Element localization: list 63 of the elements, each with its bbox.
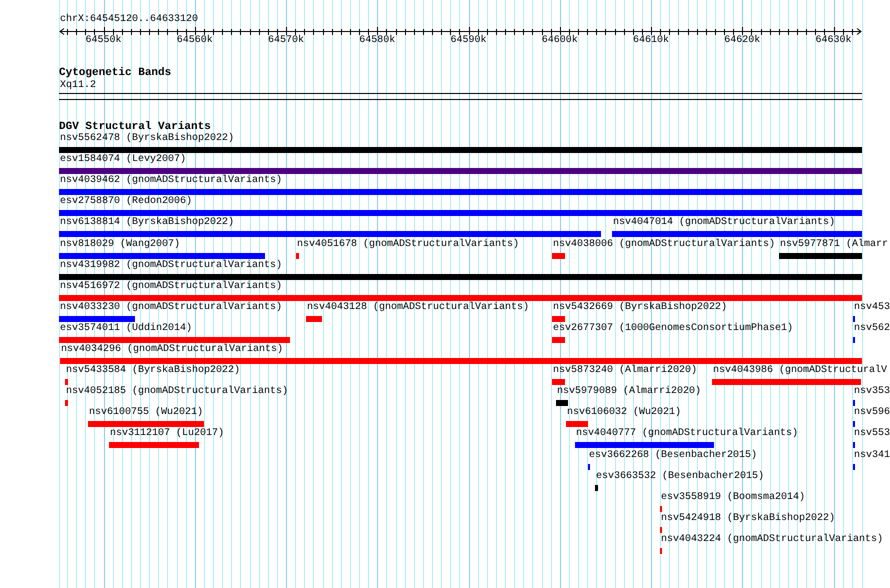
track-title: DGV Structural Variants bbox=[59, 121, 211, 133]
variant-label[interactable]: nsv596 bbox=[854, 407, 890, 420]
variant-label[interactable]: nsv4033230 (gnomADStructuralVariants) bbox=[60, 302, 282, 314]
variant-label[interactable]: esv3574011 (Uddin2014) bbox=[60, 322, 192, 335]
tick-label: 64630k bbox=[816, 35, 852, 47]
variant-label[interactable]: esv3662268 (Besenbacher2015) bbox=[589, 450, 758, 462]
variant-label[interactable]: nsv5977871 (Almarr bbox=[780, 238, 888, 250]
tick-label: 64610k bbox=[633, 35, 670, 47]
variant-label[interactable]: esv2758870 (Redon2006) bbox=[60, 196, 192, 208]
variant-label[interactable]: nsv4052185 (gnomADStructuralVariants) bbox=[66, 386, 288, 398]
variant-bar[interactable] bbox=[59, 231, 601, 238]
variant-label[interactable]: nsv4043986 (gnomADStructuralV bbox=[713, 365, 888, 378]
variant-bar[interactable] bbox=[556, 400, 568, 406]
variant-label[interactable]: nsv6100755 (Wu2021) bbox=[89, 407, 204, 420]
band-label: Xq11.2 bbox=[60, 80, 96, 92]
variant-label[interactable]: nsv4034296 (gnomADStructuralVariants) bbox=[61, 344, 284, 356]
location-label: chrX:64545120..64633120 bbox=[60, 14, 198, 26]
tick-label: 64550k bbox=[86, 35, 122, 47]
variant-label[interactable]: nsv3112107 (Lu2017) bbox=[110, 428, 224, 440]
variant-label[interactable]: esv1584074 (Levy2007) bbox=[60, 154, 186, 166]
variant-label[interactable]: esv3663532 (Besenbacher2015) bbox=[596, 470, 764, 483]
variant-label[interactable]: nsv4043224 (gnomADStructuralVariants) bbox=[661, 534, 884, 546]
variant-bar[interactable] bbox=[575, 442, 714, 448]
variant-bar[interactable] bbox=[59, 252, 265, 258]
variant-label[interactable]: nsv4038006 (gnomADStructuralVariants) bbox=[553, 238, 776, 250]
variant-label[interactable]: nsv5433584 (ByrskaBishop2022) bbox=[66, 365, 240, 378]
variant-label[interactable]: esv3558919 (Boomsma2014) bbox=[661, 492, 806, 504]
variant-label[interactable]: esv2677307 (1000GenomesConsortiumPhase1) bbox=[553, 322, 794, 335]
variant-label[interactable]: nsv5424918 (ByrskaBishop2022) bbox=[661, 512, 836, 525]
variant-label[interactable]: nsv553 bbox=[854, 428, 890, 440]
tick-label: 64570k bbox=[268, 35, 304, 47]
variant-bar[interactable] bbox=[59, 189, 862, 196]
variant-label[interactable]: nsv5873240 (Almarri2020) bbox=[553, 365, 698, 378]
variant-label[interactable]: nsv4047014 (gnomADStructuralVariants) bbox=[613, 217, 836, 230]
tick-label: 64560k bbox=[176, 35, 213, 47]
variant-bar[interactable] bbox=[59, 316, 135, 322]
variant-label[interactable]: nsv6106032 (Wu2021) bbox=[567, 407, 682, 420]
variant-label[interactable]: nsv4051678 (gnomADStructuralVariants) bbox=[297, 238, 520, 250]
variant-bar[interactable] bbox=[59, 210, 862, 216]
tick-label: 64620k bbox=[724, 35, 760, 47]
variant-label[interactable]: nsv341 bbox=[854, 450, 890, 462]
variant-label[interactable]: nsv4043128 (gnomADStructuralVariants) bbox=[307, 302, 530, 314]
variant-label[interactable]: nsv562 bbox=[854, 322, 890, 335]
variant-label[interactable]: nsv4516972 (gnomADStructuralVariants) bbox=[60, 280, 282, 293]
variant-label[interactable]: nsv6138814 (ByrskaBishop2022) bbox=[60, 217, 234, 230]
variant-label[interactable]: nsv353 bbox=[854, 386, 890, 398]
variant-label[interactable]: nsv453 bbox=[854, 302, 890, 314]
tick-label: 64580k bbox=[359, 35, 396, 47]
variant-label[interactable]: nsv4039462 (gnomADStructuralVariants) bbox=[60, 175, 282, 188]
variant-label[interactable]: nsv818029 (Wang2007) bbox=[60, 238, 180, 250]
variant-bar[interactable] bbox=[779, 252, 862, 258]
track-title: Cytogenetic Bands bbox=[59, 67, 172, 79]
variant-label[interactable]: nsv5432669 (ByrskaBishop2022) bbox=[553, 302, 728, 314]
variant-label[interactable]: nsv5562478 (ByrskaBishop2022) bbox=[60, 133, 234, 145]
variant-label[interactable]: nsv4319982 (gnomADStructuralVariants) bbox=[60, 260, 282, 272]
tick-label: 64600k bbox=[542, 35, 578, 47]
tick-label: 64590k bbox=[450, 35, 487, 47]
variant-label[interactable]: nsv5979089 (Almarri2020) bbox=[557, 386, 702, 398]
variant-label[interactable]: nsv4040777 (gnomADStructuralVariants) bbox=[576, 428, 798, 440]
variant-bar[interactable] bbox=[595, 484, 598, 491]
variant-bar[interactable] bbox=[59, 168, 862, 174]
variant-bar[interactable] bbox=[59, 274, 862, 280]
variant-bar[interactable] bbox=[612, 231, 862, 238]
